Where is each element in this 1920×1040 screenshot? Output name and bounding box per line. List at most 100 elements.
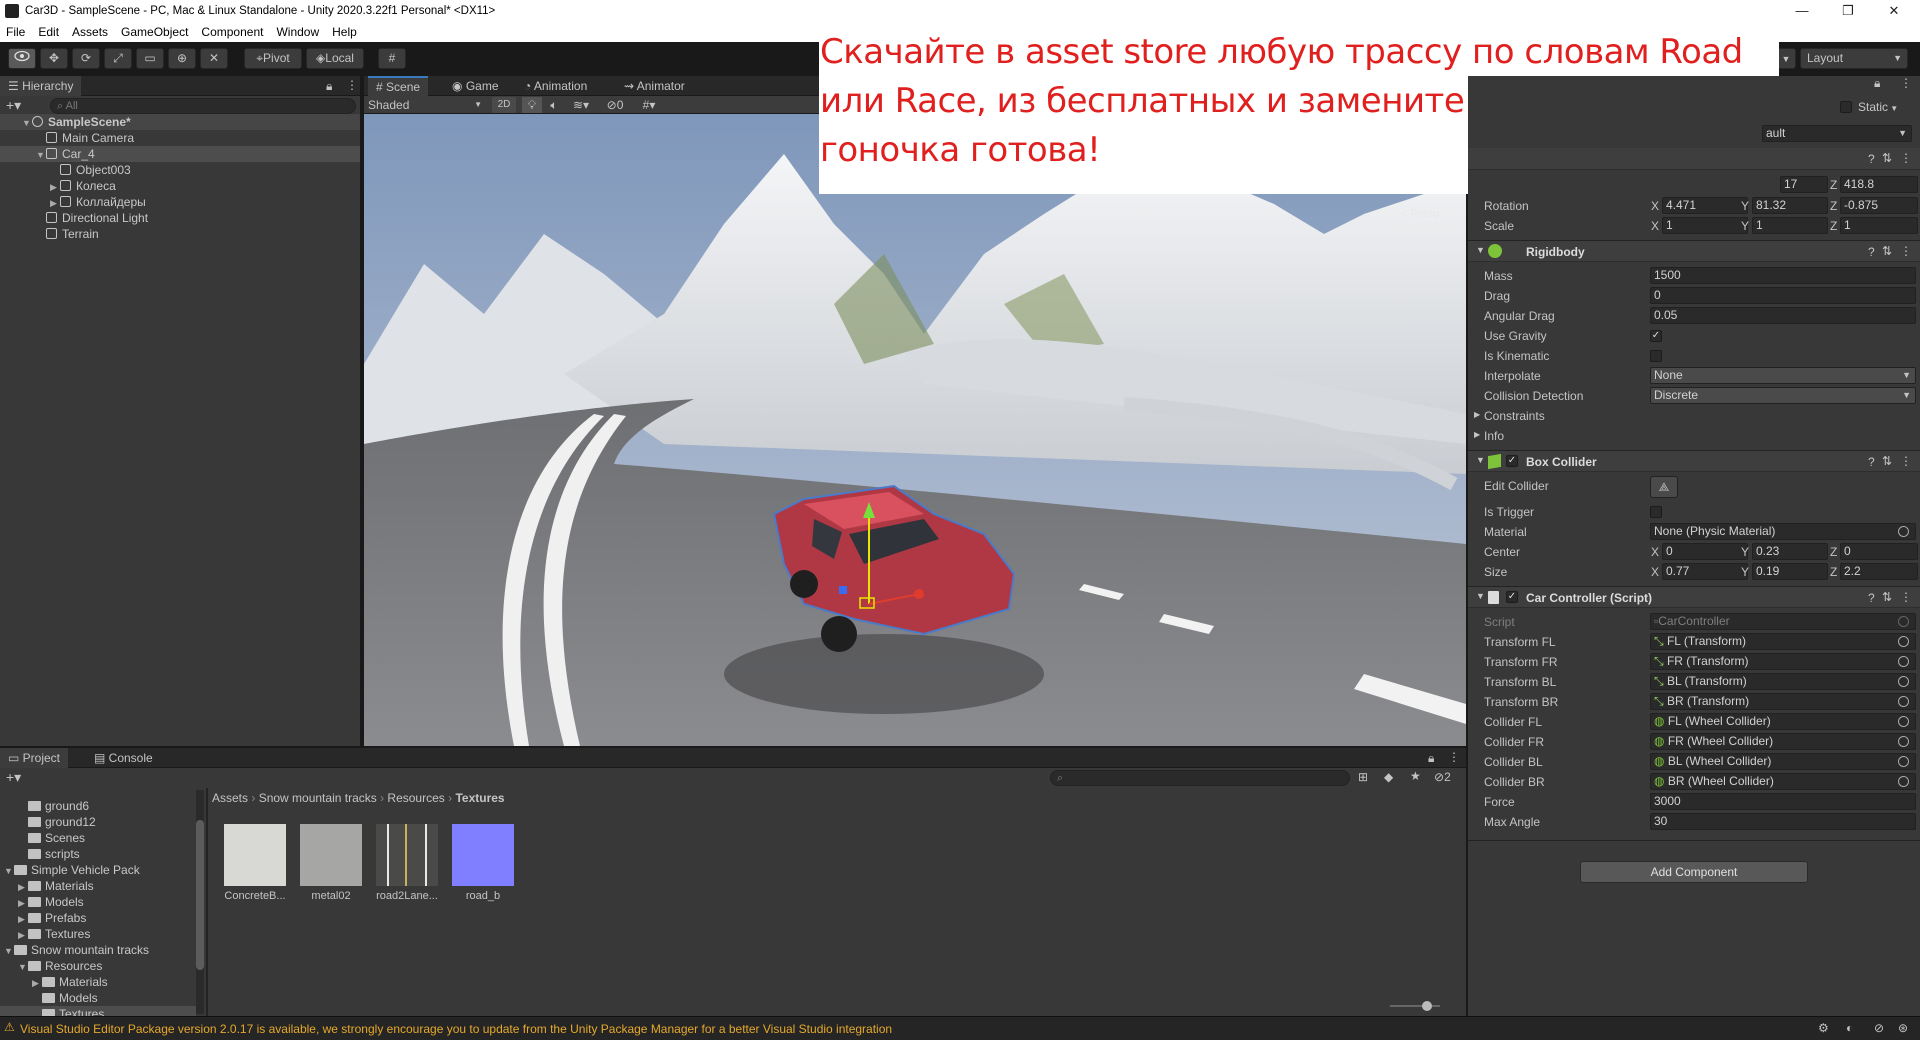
chevron-right-icon[interactable]: ▶	[50, 179, 60, 195]
asset-item[interactable]: road_b	[452, 824, 514, 902]
asset-item[interactable]: metal02	[300, 824, 362, 902]
help-icon[interactable]: ?	[1868, 245, 1875, 259]
menu-window[interactable]: Window	[276, 25, 319, 39]
scale-tool-button[interactable]: ⤢	[104, 48, 132, 69]
chevron-right-icon[interactable]: ▶	[32, 975, 42, 991]
chevron-right-icon[interactable]: ▶	[50, 195, 60, 211]
object-picker-icon[interactable]	[1898, 676, 1909, 687]
project-folder-item[interactable]: ground6	[0, 798, 196, 814]
position-z-field[interactable]: 418.8	[1840, 176, 1918, 193]
custom-tool-button[interactable]: ✕	[200, 48, 228, 69]
persp-label[interactable]: < Persp	[1401, 208, 1439, 220]
project-folder-item[interactable]: ▶ Models	[0, 894, 196, 910]
chevron-down-icon[interactable]: ▼	[18, 959, 28, 975]
static-checkbox[interactable]	[1840, 101, 1852, 113]
max-angle-field[interactable]: 30	[1650, 813, 1916, 830]
rect-tool-button[interactable]: ▭	[136, 48, 164, 69]
project-folder-item[interactable]: Textures	[0, 1006, 196, 1016]
kebab-menu-icon[interactable]: ⋮	[1900, 151, 1912, 165]
layout-dropdown[interactable]: Layout ▼	[1800, 48, 1908, 69]
rigidbody-header[interactable]: ▼ Rigidbody ? ⇅ ⋮	[1468, 240, 1920, 262]
object-field[interactable]: ◍ FL (Wheel Collider)	[1650, 713, 1916, 730]
project-folder-item[interactable]: ▼ Snow mountain tracks	[0, 942, 196, 958]
tab-animation[interactable]: ◔ Animation	[516, 76, 595, 96]
hierarchy-item[interactable]: Main Camera	[0, 130, 360, 146]
preset-icon[interactable]: ⇅	[1882, 454, 1892, 468]
chevron-right-icon[interactable]: ▶	[18, 879, 28, 895]
size-x-field[interactable]: 0.77	[1662, 563, 1748, 580]
object-field[interactable]: ⤡ FR (Transform)	[1650, 653, 1916, 670]
object-picker-icon[interactable]	[1898, 636, 1909, 647]
lock-icon[interactable]: 🔒︎	[1428, 751, 1434, 766]
chevron-right-icon[interactable]: ▶	[18, 927, 28, 943]
kebab-menu-icon[interactable]: ⋮	[1448, 750, 1460, 764]
transform-header[interactable]: ? ⇅ ⋮	[1468, 148, 1920, 170]
breadcrumb-item[interactable]: Resources	[387, 791, 444, 805]
add-component-button[interactable]: Add Component	[1580, 861, 1808, 883]
car-controller-enabled-checkbox[interactable]: ✓	[1506, 591, 1518, 603]
hierarchy-item[interactable]: ▶ Колеса	[0, 178, 360, 194]
drag-field[interactable]: 0	[1650, 287, 1916, 304]
rotation-x-field[interactable]: 4.471	[1662, 197, 1748, 214]
local-toggle[interactable]: ◈Local	[306, 48, 364, 69]
object-picker-icon[interactable]	[1898, 696, 1909, 707]
scale-x-field[interactable]: 1	[1662, 217, 1748, 234]
project-folder-item[interactable]: ▶ Textures	[0, 926, 196, 942]
zoom-slider-thumb[interactable]	[1422, 1001, 1432, 1011]
object-picker-icon[interactable]	[1898, 776, 1909, 787]
hierarchy-item[interactable]: Object003	[0, 162, 360, 178]
rotation-z-field[interactable]: -0.875	[1840, 197, 1918, 214]
help-icon[interactable]: ?	[1868, 591, 1875, 605]
object-field[interactable]: ◍ BL (Wheel Collider)	[1650, 753, 1916, 770]
chevron-down-icon[interactable]: ▼	[36, 147, 46, 163]
hidden-objects-toggle[interactable]: ⊘0	[600, 97, 630, 113]
gizmo-x-handle[interactable]	[914, 589, 924, 599]
edit-collider-button[interactable]: ⟁	[1650, 476, 1678, 498]
chevron-right-icon[interactable]: ▶	[18, 895, 28, 911]
scrollbar-thumb[interactable]	[196, 820, 204, 970]
preset-icon[interactable]: ⇅	[1882, 244, 1892, 258]
box-collider-header[interactable]: ▼ ✓ Box Collider ? ⇅ ⋮	[1468, 450, 1920, 472]
object-field[interactable]: ⤡ BR (Transform)	[1650, 693, 1916, 710]
kebab-menu-icon[interactable]: ⋮	[1900, 76, 1912, 90]
search-by-label-icon[interactable]: ◆	[1384, 770, 1393, 784]
favorites-icon[interactable]: ★	[1410, 769, 1421, 783]
tab-console[interactable]: ▤ Console	[86, 748, 161, 768]
object-field[interactable]: ⤡ FL (Transform)	[1650, 633, 1916, 650]
collision-detection-dropdown[interactable]: Discrete ▼	[1650, 387, 1916, 404]
project-folder-item[interactable]: ▼ Resources	[0, 958, 196, 974]
size-z-field[interactable]: 2.2	[1840, 563, 1918, 580]
object-field[interactable]: ◍ BR (Wheel Collider)	[1650, 773, 1916, 790]
rotation-y-field[interactable]: 81.32	[1752, 197, 1828, 214]
position-y-field[interactable]: 17	[1780, 176, 1828, 193]
gizmo-z-handle[interactable]	[839, 586, 847, 594]
object-picker-icon[interactable]	[1898, 526, 1909, 537]
transform-tool-button[interactable]: ⊕	[168, 48, 196, 69]
project-folder-item[interactable]: ▼ Simple Vehicle Pack	[0, 862, 196, 878]
is-trigger-checkbox[interactable]	[1650, 506, 1662, 518]
tab-animator[interactable]: ⇝ Animator	[616, 76, 693, 96]
mass-field[interactable]: 1500	[1650, 267, 1916, 284]
kebab-menu-icon[interactable]: ⋮	[1900, 590, 1912, 604]
tab-hierarchy[interactable]: ☰ Hierarchy	[0, 76, 82, 96]
force-field[interactable]: 3000	[1650, 793, 1916, 810]
create-asset-button[interactable]: +▾	[6, 769, 21, 786]
shading-mode-dropdown[interactable]: Shaded ▼	[368, 97, 486, 113]
chevron-right-icon[interactable]: ▶	[18, 911, 28, 927]
layers-dropdown[interactable]: ▼	[1776, 48, 1796, 69]
object-picker-icon[interactable]	[1898, 756, 1909, 767]
layer-dropdown[interactable]: ault ▼	[1762, 125, 1912, 142]
tree-scrollbar[interactable]	[196, 790, 204, 1014]
hierarchy-item[interactable]: ▶ Коллайдеры	[0, 194, 360, 210]
2d-toggle[interactable]: 2D	[492, 97, 516, 113]
hierarchy-item[interactable]: ▼ SampleScene*	[0, 114, 360, 130]
breadcrumb-item[interactable]: Textures	[455, 791, 504, 805]
account-icon[interactable]: ⊛	[1898, 1021, 1908, 1035]
hidden-packages-toggle[interactable]: ⊘2	[1434, 770, 1451, 784]
debug-icon[interactable]: ⚙	[1818, 1021, 1829, 1035]
tab-game[interactable]: ◉ Game	[444, 76, 507, 96]
hierarchy-item[interactable]: ▼ Car_4	[0, 146, 360, 162]
scale-y-field[interactable]: 1	[1752, 217, 1828, 234]
project-folder-item[interactable]: ground12	[0, 814, 196, 830]
project-folder-item[interactable]: ▶ Materials	[0, 974, 196, 990]
